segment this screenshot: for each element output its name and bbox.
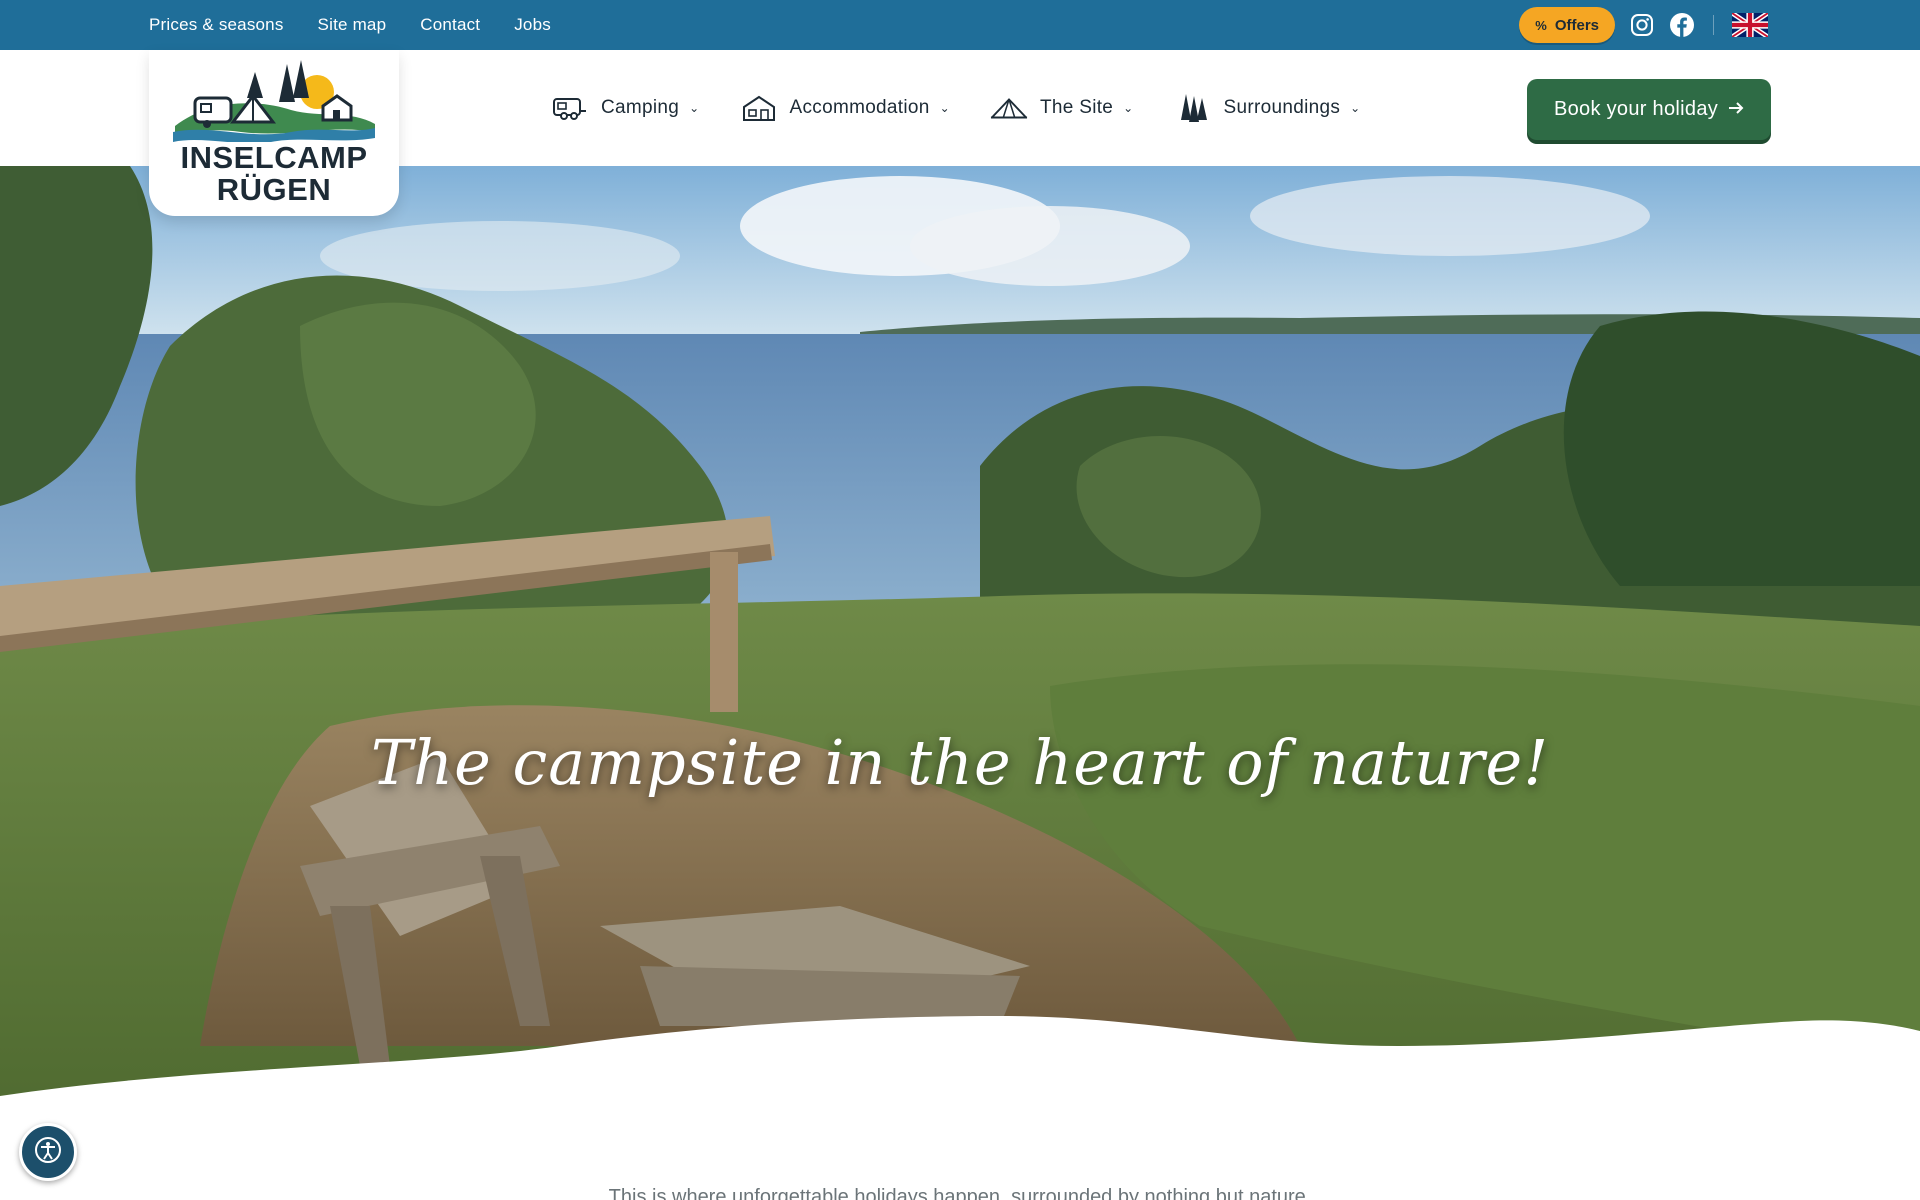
instagram-icon[interactable] [1629,12,1655,38]
cabin-icon [740,93,778,123]
book-holiday-button[interactable]: Book your holiday [1527,79,1771,140]
nav-surroundings-label: Surroundings [1223,97,1341,118]
site-logo[interactable]: INSELCAMP RÜGEN [149,50,399,216]
nav-accommodation-label: Accommodation [789,97,930,118]
trees-icon [1174,93,1212,123]
hero-image [0,166,1920,1126]
main-nav: Camping ⌄ Accommodation ⌄ The Site ⌄ Sur… [551,50,1361,166]
chevron-down-icon: ⌄ [1123,101,1134,115]
accessibility-icon [33,1135,63,1170]
top-bar: Prices & seasons Site map Contact Jobs %… [0,0,1920,50]
nav-the-site-label: The Site [1040,97,1114,118]
nav-surroundings[interactable]: Surroundings ⌄ [1174,93,1361,123]
logo-text-line2: RÜGEN [216,172,332,207]
chevron-down-icon: ⌄ [939,101,950,115]
arrow-right-icon [1728,98,1744,121]
nav-camping-label: Camping [601,97,680,118]
link-contact[interactable]: Contact [420,15,480,35]
nav-accommodation[interactable]: Accommodation ⌄ [740,93,951,123]
chevron-down-icon: ⌄ [1350,101,1361,115]
divider [1713,15,1714,35]
intro-text: This is where unforgettable holidays hap… [608,1186,1312,1200]
accessibility-button[interactable] [19,1123,77,1181]
book-holiday-label: Book your holiday [1553,98,1719,120]
link-site-map[interactable]: Site map [318,15,387,35]
nav-camping[interactable]: Camping ⌄ [551,93,700,123]
chevron-down-icon: ⌄ [689,101,700,115]
link-prices-seasons[interactable]: Prices & seasons [149,15,284,35]
percent-icon: % [1535,17,1547,33]
offers-label: Offers [1554,16,1599,34]
logo-text-line1: INSELCAMP [180,140,368,175]
hero-title: The campsite in the heart of nature! [370,726,1550,799]
logo-illustration [173,60,375,142]
top-links: Prices & seasons Site map Contact Jobs [149,0,551,50]
facebook-icon[interactable] [1669,12,1695,38]
nav-the-site[interactable]: The Site ⌄ [990,93,1134,123]
link-jobs[interactable]: Jobs [514,15,551,35]
top-bar-right: % Offers [1519,0,1768,50]
caravan-icon [551,93,589,123]
tent-icon [990,93,1028,123]
uk-flag-icon[interactable] [1732,13,1768,37]
hero-banner: The campsite in the heart of nature! [0,166,1920,1126]
offers-button[interactable]: % Offers [1519,7,1615,43]
